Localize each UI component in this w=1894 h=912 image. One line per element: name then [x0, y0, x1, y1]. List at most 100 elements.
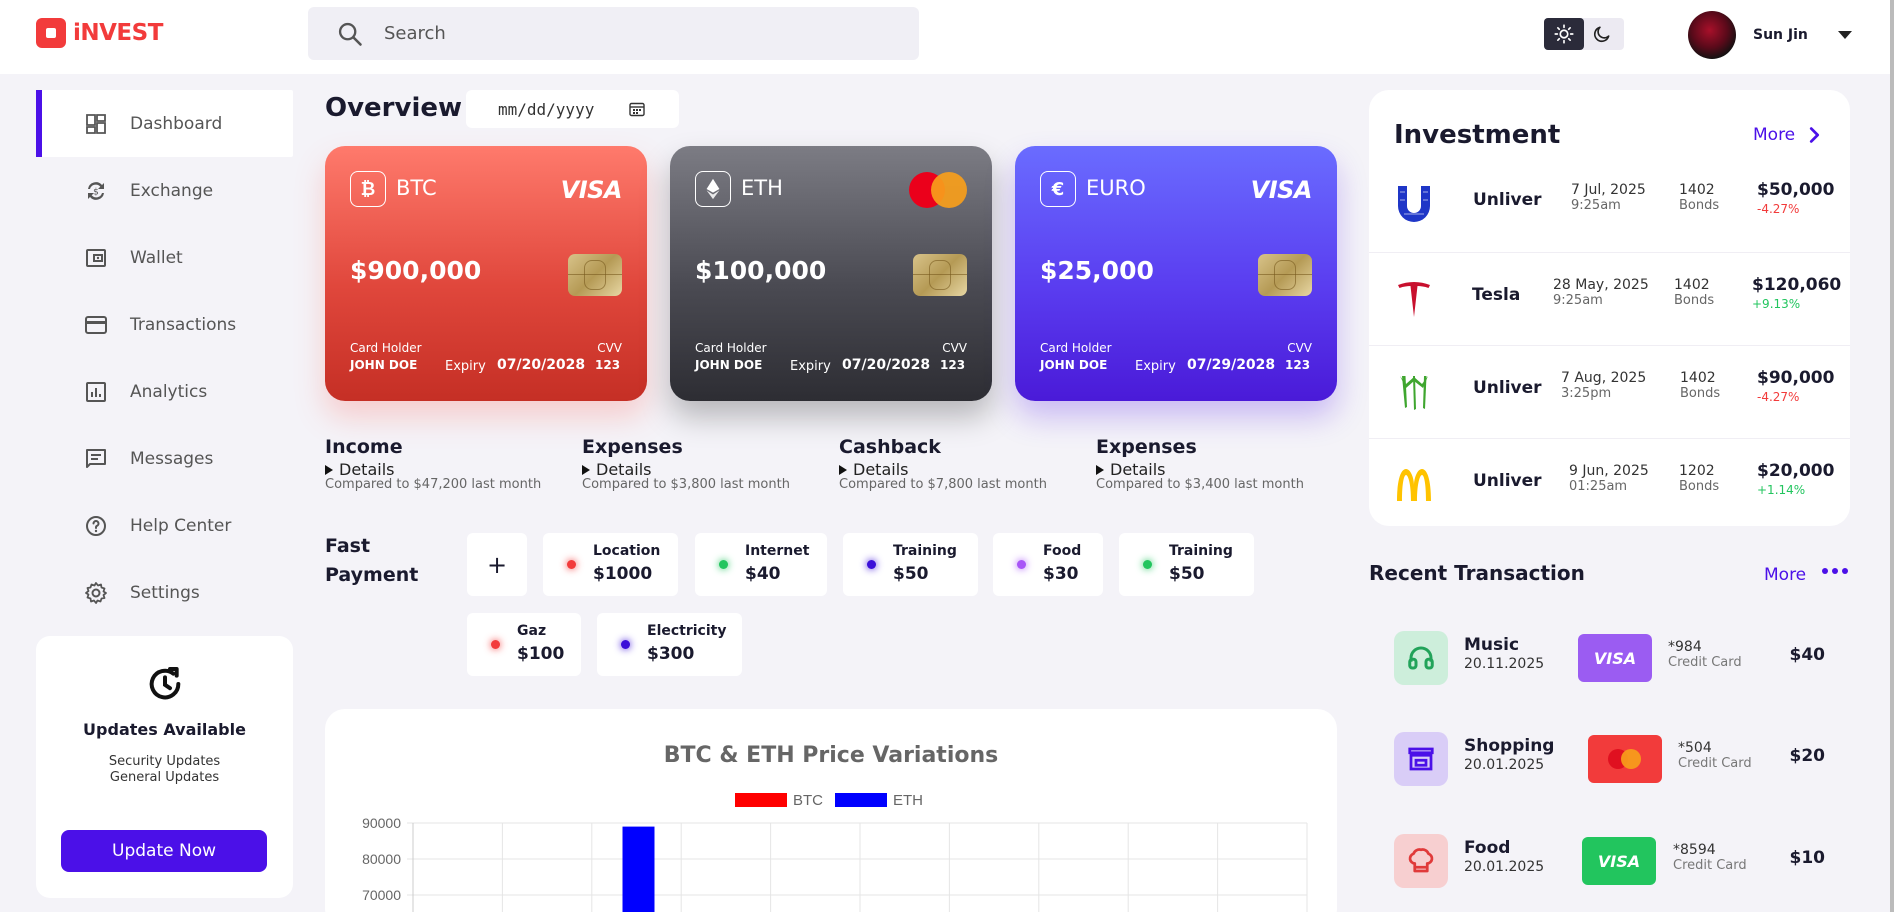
- fast-payment-title-line: Payment: [325, 564, 419, 586]
- scrollbar[interactable]: [1890, 0, 1894, 912]
- sidebar-item-transactions[interactable]: Transactions: [36, 291, 293, 358]
- calendar-icon[interactable]: [629, 101, 645, 117]
- status-dot: [621, 640, 630, 649]
- chevron-down-icon[interactable]: [1837, 31, 1852, 39]
- expiry-label: Expiry: [790, 359, 831, 374]
- wallet-icon: [86, 248, 106, 267]
- fast-payment-title-line: Fast: [325, 535, 371, 557]
- sidebar-item-messages[interactable]: Messages: [36, 425, 293, 492]
- euro-icon: €: [1040, 171, 1076, 207]
- fast-payment-item[interactable]: Training $50: [843, 533, 978, 596]
- cvv-value: 123: [940, 358, 966, 372]
- payment-value: $50: [893, 564, 929, 584]
- visa-card-badge: VISA: [1582, 837, 1656, 885]
- transaction-amount: $40: [1789, 645, 1826, 665]
- transaction-name: Shopping: [1464, 736, 1555, 756]
- transaction-amount: $20: [1789, 746, 1826, 766]
- investment-panel: Investment More Unliver 7 Jul, 2025 9:25am…: [1369, 90, 1850, 526]
- sidebar-item-help-center[interactable]: Help Center: [36, 492, 293, 559]
- visa-card-badge: VISA: [1578, 634, 1652, 682]
- card-type-label: Credit Card: [1678, 756, 1752, 771]
- stat-compare: Compared to $47,200 last month: [325, 477, 542, 492]
- visa-logo: VISA: [1250, 176, 1313, 204]
- chart-bar[interactable]: [622, 826, 655, 912]
- logo-mark-icon: [36, 18, 66, 48]
- investment-quantity: 1402: [1679, 182, 1715, 198]
- update-now-button[interactable]: Update Now: [61, 830, 267, 872]
- legend-label: ETH: [893, 792, 923, 809]
- card-holder-label: Card Holder: [695, 341, 767, 355]
- investment-unit: Bonds: [1674, 293, 1715, 308]
- investment-date: 28 May, 2025: [1553, 277, 1649, 293]
- btc-card[interactable]: ₿ BTC VISA $900,000 Card Holder JOHN DOE…: [325, 146, 647, 401]
- investment-quantity: 1402: [1680, 370, 1716, 386]
- cvv-label: CVV: [942, 341, 967, 355]
- fast-payment-item[interactable]: Training $50: [1119, 533, 1254, 596]
- mastercard-logo-icon: [1607, 748, 1641, 770]
- payment-label: Location: [593, 543, 661, 559]
- y-tick-label: 80000: [362, 851, 401, 867]
- sidebar-item-dashboard[interactable]: Dashboard: [36, 90, 293, 157]
- fast-payment-item[interactable]: Location $1000: [543, 533, 678, 596]
- credit-card-icon: [85, 315, 107, 334]
- more-label: More: [1753, 125, 1796, 145]
- date-input[interactable]: mm/dd/yyyy: [466, 90, 679, 128]
- top-bar: iNVEST Search Sun Jin: [0, 0, 1890, 74]
- transaction-date: 20.11.2025: [1464, 656, 1545, 672]
- card-number: *984: [1668, 639, 1702, 655]
- sidebar-item-settings[interactable]: Settings: [36, 559, 293, 626]
- status-dot: [1017, 560, 1026, 569]
- theme-toggle[interactable]: [1544, 18, 1624, 50]
- user-menu[interactable]: Sun Jin: [1688, 10, 1852, 60]
- fast-payment-item[interactable]: Internet $40: [695, 533, 827, 596]
- investment-change: +9.13%: [1752, 297, 1801, 311]
- price-chart: BTC & ETH Price Variations BTC ETH 90000 80…: [325, 709, 1337, 912]
- eth-card[interactable]: ETH $100,000 Card Holder JOHN DOE Expiry…: [670, 146, 992, 401]
- help-icon: [86, 515, 106, 536]
- transaction-amount: $10: [1789, 848, 1826, 868]
- search-input[interactable]: Search: [384, 23, 446, 44]
- investment-change: +1.14%: [1757, 483, 1806, 497]
- expiry-label: Expiry: [1135, 359, 1176, 374]
- sidebar-item-analytics[interactable]: Analytics: [36, 358, 293, 425]
- payment-label: Internet: [745, 543, 810, 559]
- transaction-row[interactable]: Food 20.01.2025 VISA *8594 Credit Card $10: [1369, 834, 1850, 912]
- stat-title: Expenses: [582, 436, 683, 458]
- sidebar-item-label: Exchange: [130, 180, 214, 201]
- transaction-row[interactable]: Music 20.11.2025 VISA *984 Credit Card $40: [1369, 631, 1850, 711]
- sidebar-item-wallet[interactable]: Wallet: [36, 224, 293, 291]
- investment-row[interactable]: Unliver 7 Aug, 2025 3:25pm 1402 Bonds $90,000…: [1369, 345, 1850, 438]
- legend-label: BTC: [793, 792, 823, 809]
- sidebar-item-label: Wallet: [130, 247, 183, 268]
- more-dots-icon[interactable]: [1822, 566, 1848, 576]
- investment-row[interactable]: Unliver 9 Jun, 2025 01:25am 1202 Bonds $20,00…: [1369, 438, 1850, 531]
- search-bar[interactable]: Search: [308, 7, 919, 60]
- moon-icon[interactable]: [1592, 24, 1612, 44]
- update-clock-icon: [149, 667, 180, 700]
- bitcoin-icon: ₿: [350, 171, 386, 207]
- investment-more-link[interactable]: More: [1753, 124, 1825, 146]
- page-title: Overview: [325, 93, 463, 123]
- fast-payment-item[interactable]: Electricity $300: [597, 613, 742, 676]
- investment-row[interactable]: Unliver 7 Jul, 2025 9:25am 1402 Bonds $50,000…: [1369, 158, 1850, 251]
- status-dot: [491, 640, 500, 649]
- card-amount: $100,000: [695, 256, 827, 285]
- fast-payment-item[interactable]: Food $30: [993, 533, 1103, 596]
- add-payment-button[interactable]: +: [467, 533, 527, 596]
- transaction-row[interactable]: Shopping 20.01.2025 *504 Credit Card $20: [1369, 732, 1850, 812]
- payment-label: Training: [893, 543, 957, 559]
- sidebar-item-exchange[interactable]: $ Exchange: [36, 157, 293, 224]
- app-logo[interactable]: iNVEST: [36, 18, 163, 48]
- investment-unit: Bonds: [1679, 479, 1720, 494]
- stat-title: Cashback: [839, 436, 941, 458]
- light-mode-button[interactable]: [1544, 18, 1584, 50]
- avatar[interactable]: [1688, 11, 1736, 59]
- updates-line: General Updates: [109, 770, 220, 785]
- investment-row[interactable]: Tesla 28 May, 2025 9:25am 1402 Bonds $120,060…: [1369, 252, 1850, 345]
- fast-payment-item[interactable]: Gaz $100: [467, 613, 581, 676]
- mastercard-card-badge: [1588, 735, 1662, 783]
- status-dot: [867, 560, 876, 569]
- cvv-value: 123: [595, 358, 621, 372]
- euro-card[interactable]: € EURO VISA $25,000 Card Holder JOHN DOE…: [1015, 146, 1337, 401]
- recent-more-link[interactable]: More: [1764, 565, 1806, 585]
